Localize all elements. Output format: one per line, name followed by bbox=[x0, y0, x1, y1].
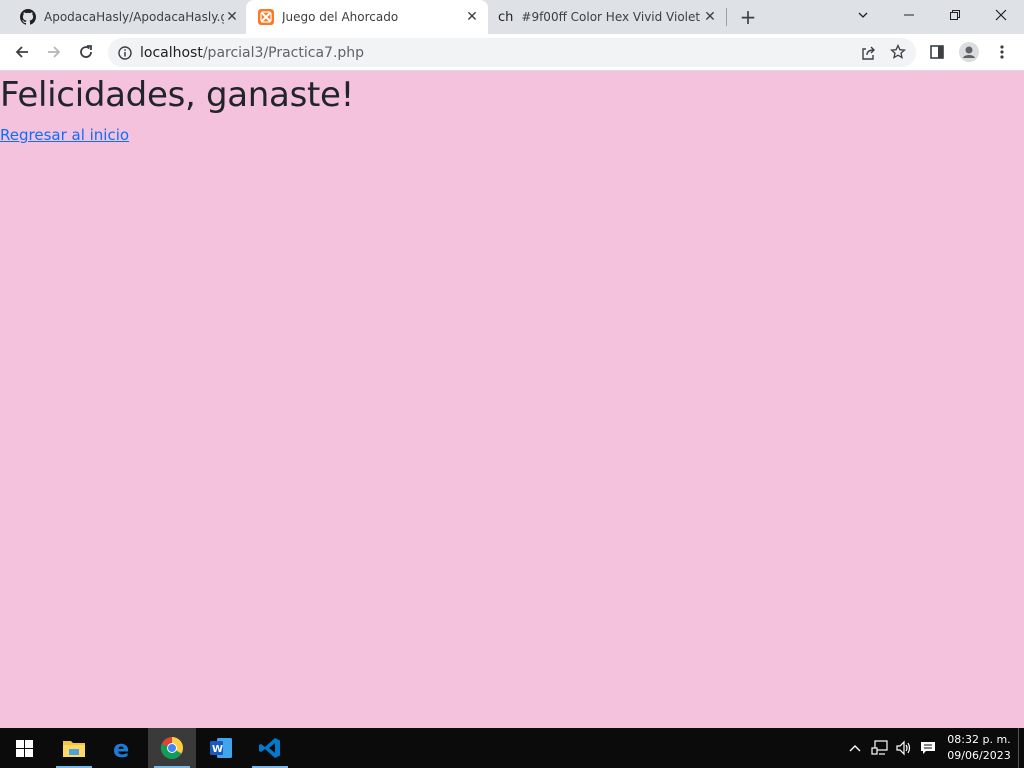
forward-icon[interactable] bbox=[40, 38, 68, 66]
windows-taskbar: e W 08:32 p. m. 09/06/2023 bbox=[0, 728, 1024, 768]
restore-icon[interactable] bbox=[932, 0, 978, 30]
windows-start-icon[interactable] bbox=[0, 728, 48, 768]
tab-title: Juego del Ahorcado bbox=[282, 10, 399, 24]
close-tab-icon[interactable]: ✕ bbox=[464, 9, 480, 25]
info-icon[interactable] bbox=[118, 45, 132, 60]
svg-text:e: e bbox=[113, 736, 129, 760]
menu-kebab-icon[interactable] bbox=[988, 38, 1016, 66]
file-explorer-icon[interactable] bbox=[50, 728, 98, 768]
reload-icon[interactable] bbox=[72, 38, 100, 66]
profile-avatar-icon[interactable] bbox=[955, 38, 983, 66]
page-heading: Felicidades, ganaste! bbox=[0, 75, 354, 115]
tab-search-icon[interactable] bbox=[840, 0, 886, 30]
tab-title: ApodacaHasly/ApodacaHasly.git bbox=[44, 10, 224, 24]
show-hidden-icons-icon[interactable] bbox=[846, 728, 864, 768]
tab-color-hex[interactable]: ch #9f00ff Color Hex Vivid Violet ✕ bbox=[490, 0, 726, 34]
word-icon[interactable]: W bbox=[197, 728, 245, 768]
tab-title: #9f00ff Color Hex Vivid Violet bbox=[521, 10, 701, 24]
back-icon[interactable] bbox=[8, 38, 36, 66]
close-tab-icon[interactable]: ✕ bbox=[224, 9, 240, 25]
github-icon bbox=[20, 9, 36, 25]
side-panel-icon[interactable] bbox=[923, 38, 951, 66]
xampp-icon bbox=[258, 9, 274, 25]
action-center-icon[interactable] bbox=[918, 728, 938, 768]
url-path: /parcial3/Practica7.php bbox=[202, 44, 365, 61]
back-to-start-link[interactable]: Regresar al inicio bbox=[0, 126, 129, 144]
new-tab-icon[interactable]: + bbox=[736, 5, 760, 29]
address-bar[interactable]: localhost/parcial3/Practica7.php bbox=[108, 38, 916, 67]
url-host: localhost bbox=[140, 44, 203, 61]
ch-icon: ch bbox=[498, 9, 514, 25]
vscode-icon[interactable] bbox=[246, 728, 294, 768]
tab-strip: ApodacaHasly/ApodacaHasly.git ✕ Juego de… bbox=[0, 0, 1024, 34]
minimize-icon[interactable] bbox=[886, 0, 932, 30]
close-window-icon[interactable] bbox=[978, 0, 1024, 30]
system-clock[interactable]: 08:32 p. m. 09/06/2023 bbox=[944, 732, 1014, 764]
show-desktop-button[interactable] bbox=[1018, 728, 1019, 768]
share-icon[interactable] bbox=[860, 45, 876, 61]
edge-icon[interactable]: e bbox=[99, 728, 147, 768]
browser-toolbar: localhost/parcial3/Practica7.php bbox=[0, 34, 1024, 71]
chrome-icon[interactable] bbox=[148, 728, 196, 768]
page-content: Felicidades, ganaste! Regresar al inicio bbox=[0, 71, 1024, 728]
clock-time: 08:32 p. m. bbox=[947, 733, 1011, 746]
url-text: localhost/parcial3/Practica7.php bbox=[140, 45, 364, 61]
volume-icon[interactable] bbox=[894, 728, 914, 768]
tab-juego-ahorcado[interactable]: Juego del Ahorcado ✕ bbox=[246, 0, 488, 34]
svg-text:W: W bbox=[212, 744, 223, 755]
clock-date: 09/06/2023 bbox=[947, 749, 1011, 762]
close-tab-icon[interactable]: ✕ bbox=[702, 9, 718, 25]
bookmark-star-icon[interactable] bbox=[890, 44, 906, 60]
network-icon[interactable] bbox=[870, 728, 890, 768]
tab-github[interactable]: ApodacaHasly/ApodacaHasly.git ✕ bbox=[12, 0, 244, 34]
tab-separator bbox=[726, 8, 727, 26]
